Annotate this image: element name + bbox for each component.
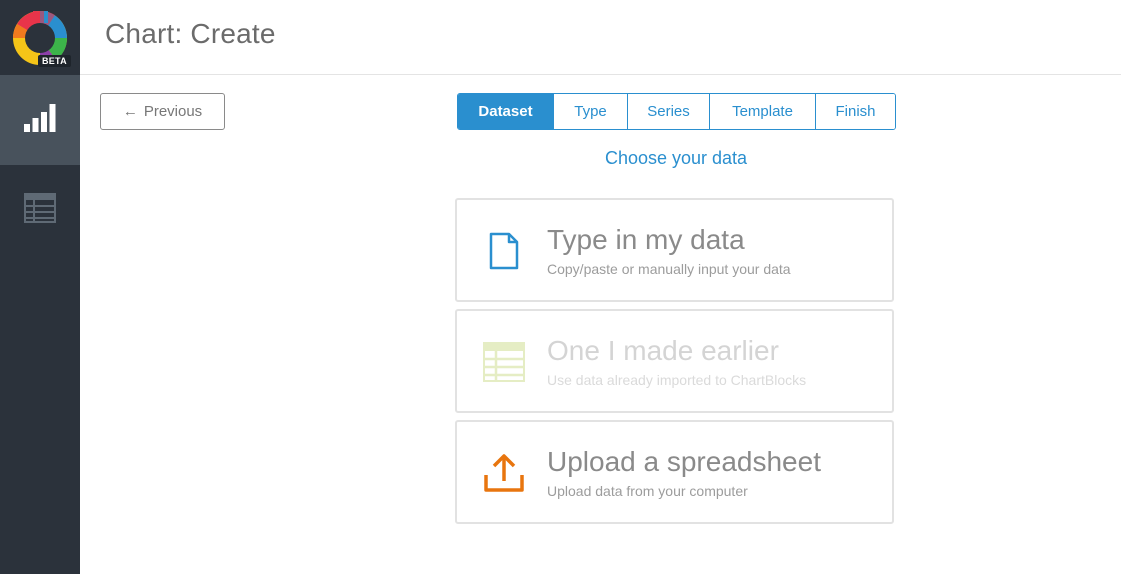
tab-template[interactable]: Template	[709, 94, 815, 129]
logo[interactable]: BETA	[0, 0, 80, 75]
option-title: Type in my data	[547, 224, 745, 255]
tab-series[interactable]: Series	[627, 94, 709, 129]
beta-badge: BETA	[37, 54, 71, 67]
option-made-earlier: One I made earlier Use data already impo…	[455, 309, 894, 413]
tab-type[interactable]: Type	[553, 94, 627, 129]
bar-chart-icon	[24, 103, 56, 137]
option-title: Upload a spreadsheet	[547, 446, 821, 477]
tab-dataset[interactable]: Dataset	[458, 94, 553, 129]
page-title: Chart: Create	[105, 18, 276, 49]
document-icon	[481, 228, 527, 274]
previous-button[interactable]: ← Previous	[100, 93, 225, 130]
option-subtitle: Copy/paste or manually input your data	[547, 261, 791, 277]
wizard-steps: Dataset Type Series Template Finish	[457, 93, 896, 130]
sidebar: BETA	[0, 0, 80, 574]
sidebar-item-charts[interactable]	[0, 75, 80, 165]
chartblocks-logo-icon: BETA	[11, 9, 71, 67]
spreadsheet-icon	[481, 339, 527, 385]
option-type-in-data[interactable]: Type in my data Copy/paste or manually i…	[455, 198, 894, 302]
sidebar-item-data[interactable]	[0, 165, 80, 255]
option-subtitle: Upload data from your computer	[547, 483, 748, 499]
option-upload-spreadsheet[interactable]: Upload a spreadsheet Upload data from yo…	[455, 420, 894, 524]
option-title: One I made earlier	[547, 335, 779, 366]
option-subtitle: Use data already imported to ChartBlocks	[547, 372, 807, 388]
previous-label: Previous	[143, 103, 203, 120]
page-header: Chart: Create	[80, 0, 1121, 75]
upload-icon	[481, 450, 527, 496]
tab-finish[interactable]: Finish	[815, 94, 895, 129]
arrow-left-icon: ←	[122, 103, 138, 120]
section-heading: Choose your data	[604, 148, 748, 168]
table-icon	[24, 192, 56, 228]
